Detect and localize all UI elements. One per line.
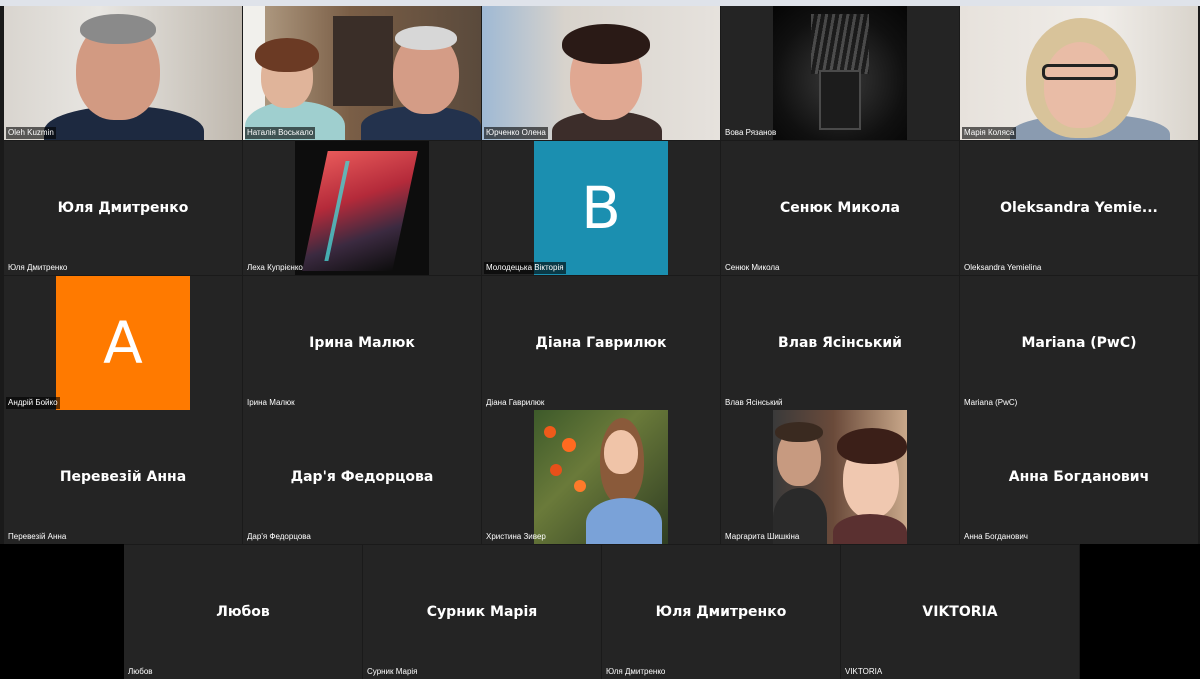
participant-name-label: Вова Рязанов (725, 128, 777, 137)
participant-display-name: Сенюк Микола (780, 200, 900, 216)
participant-name-label: Oleh Kuzmin (6, 127, 56, 139)
participant-tile-lyubov[interactable]: Любов Любов (124, 545, 362, 679)
flower-portrait-image (534, 410, 668, 544)
participant-display-name: VIKTORIA (922, 604, 998, 620)
participant-tile-vlav-yasinsky[interactable]: Влав Ясінський Влав Ясінський (721, 276, 959, 410)
video-feed (482, 6, 720, 140)
participant-tile-diana-havrylyuk[interactable]: Діана Гаврилюк Діана Гаврилюк (482, 276, 720, 410)
participant-tile-maria-kolyasa[interactable]: Марія Коляса (960, 6, 1198, 140)
participant-display-name: Oleksandra Yemie... (1000, 200, 1158, 216)
participant-tile-senyuk-mykola[interactable]: Сенюк Микола Сенюк Микола (721, 141, 959, 275)
participant-tile-andrii-boiko[interactable]: A Андрій Бойко (4, 276, 242, 410)
avatar: A (56, 276, 190, 410)
participant-display-name: Mariana (PwC) (1021, 335, 1137, 351)
participant-tile-oleh-kuzmin[interactable]: Oleh Kuzmin (4, 6, 242, 140)
participant-tile-viktoria[interactable]: VIKTORIA VIKTORIA (841, 545, 1079, 679)
black-margin-left (0, 544, 124, 679)
participant-name-label: Перевезій Анна (8, 532, 67, 541)
participant-name-label: Любов (128, 667, 153, 676)
participant-tile-yurchenko-olena[interactable]: Юрченко Олена (482, 6, 720, 140)
participant-name-label: Андрій Бойко (6, 397, 60, 409)
participant-tile-darya-fedortsova[interactable]: Дар'я Федорцова Дар'я Федорцова (243, 410, 481, 544)
participant-name-label: Молодецька Вікторія (484, 262, 566, 274)
participant-tile-perevezii-anna[interactable]: Перевезій Анна Перевезій Анна (4, 410, 242, 544)
participant-name-label: Сенюк Микола (725, 263, 780, 272)
participant-display-name: Юля Дмитренко (57, 200, 189, 216)
participant-name-label: Діана Гаврилюк (486, 398, 545, 407)
video-feed (243, 6, 481, 140)
participant-display-name: Анна Богданович (1008, 469, 1150, 485)
participant-name-label: Юля Дмитренко (606, 667, 666, 676)
participant-tile-surnyk-maria[interactable]: Сурник Марія Сурник Марія (363, 545, 601, 679)
video-feed (4, 6, 242, 140)
participant-name-label: Ірина Малюк (247, 398, 295, 407)
participant-name-label: Сурник Марія (367, 667, 418, 676)
participant-name-label: Mariana (PwC) (964, 398, 1018, 407)
participant-name-label: Анна Богданович (964, 532, 1028, 541)
participant-tile-yulia-dmytrenko-2[interactable]: Юля Дмитренко Юля Дмитренко (602, 545, 840, 679)
participant-name-label: Христина Зивер (486, 532, 546, 541)
participant-name-label: Юля Дмитренко (8, 263, 68, 272)
participant-display-name: Ірина Малюк (309, 335, 415, 351)
participant-name-label: Влав Ясінський (725, 398, 783, 407)
participant-name-label: Oleksandra Yemielina (964, 263, 1042, 272)
participant-display-name: Сурник Марія (426, 604, 538, 620)
participant-name-label: Маргарита Шишкіна (725, 532, 800, 541)
participant-display-name: Юля Дмитренко (655, 604, 787, 620)
iron-throne-image (773, 6, 907, 140)
participant-tile-marharyta-shyshkina[interactable]: Маргарита Шишкіна (721, 410, 959, 544)
avatar: B (534, 141, 668, 275)
black-margin-right (1080, 544, 1200, 679)
participant-display-name: Влав Ясінський (778, 335, 902, 351)
participant-name-label: Леха Купрієнко (247, 263, 303, 272)
participant-tile-mariana-pwc[interactable]: Mariana (PwC) Mariana (PwC) (960, 276, 1198, 410)
participant-display-name: Дар'я Федорцова (290, 469, 434, 485)
participant-tile-yulia-dmytrenko[interactable]: Юля Дмитренко Юля Дмитренко (4, 141, 242, 275)
participant-name-label: Дар'я Федорцова (247, 532, 311, 541)
participant-tile-molodetska-viktoria[interactable]: B Молодецька Вікторія (482, 141, 720, 275)
participant-name-label: Юрченко Олена (484, 127, 548, 139)
abstract-art-image (295, 141, 429, 275)
video-feed (960, 6, 1198, 140)
participant-name-label: Наталія Воськало (245, 127, 316, 139)
participant-name-label: VIKTORIA (845, 667, 883, 676)
participant-display-name: Діана Гаврилюк (535, 335, 667, 351)
participant-tile-anna-bohdanovych[interactable]: Анна Богданович Анна Богданович (960, 410, 1198, 544)
participant-tile-natalia-voskalo[interactable]: Наталія Воськало (243, 6, 481, 140)
participant-display-name: Любов (216, 604, 270, 620)
participant-name-label: Марія Коляса (962, 127, 1017, 139)
participant-tile-iryna-malyuk[interactable]: Ірина Малюк Ірина Малюк (243, 276, 481, 410)
participant-tile-khrystyna-zyver[interactable]: Христина Зивер (482, 410, 720, 544)
participant-tile-lekha-kupriyenko[interactable]: Леха Купрієнко (243, 141, 481, 275)
participant-tile-oleksandra-yemielina[interactable]: Oleksandra Yemie... Oleksandra Yemielina (960, 141, 1198, 275)
participant-tile-vova-ryazanov[interactable]: Вова Рязанов (721, 6, 959, 140)
participant-display-name: Перевезій Анна (59, 469, 187, 485)
couple-portrait-image (773, 410, 907, 544)
